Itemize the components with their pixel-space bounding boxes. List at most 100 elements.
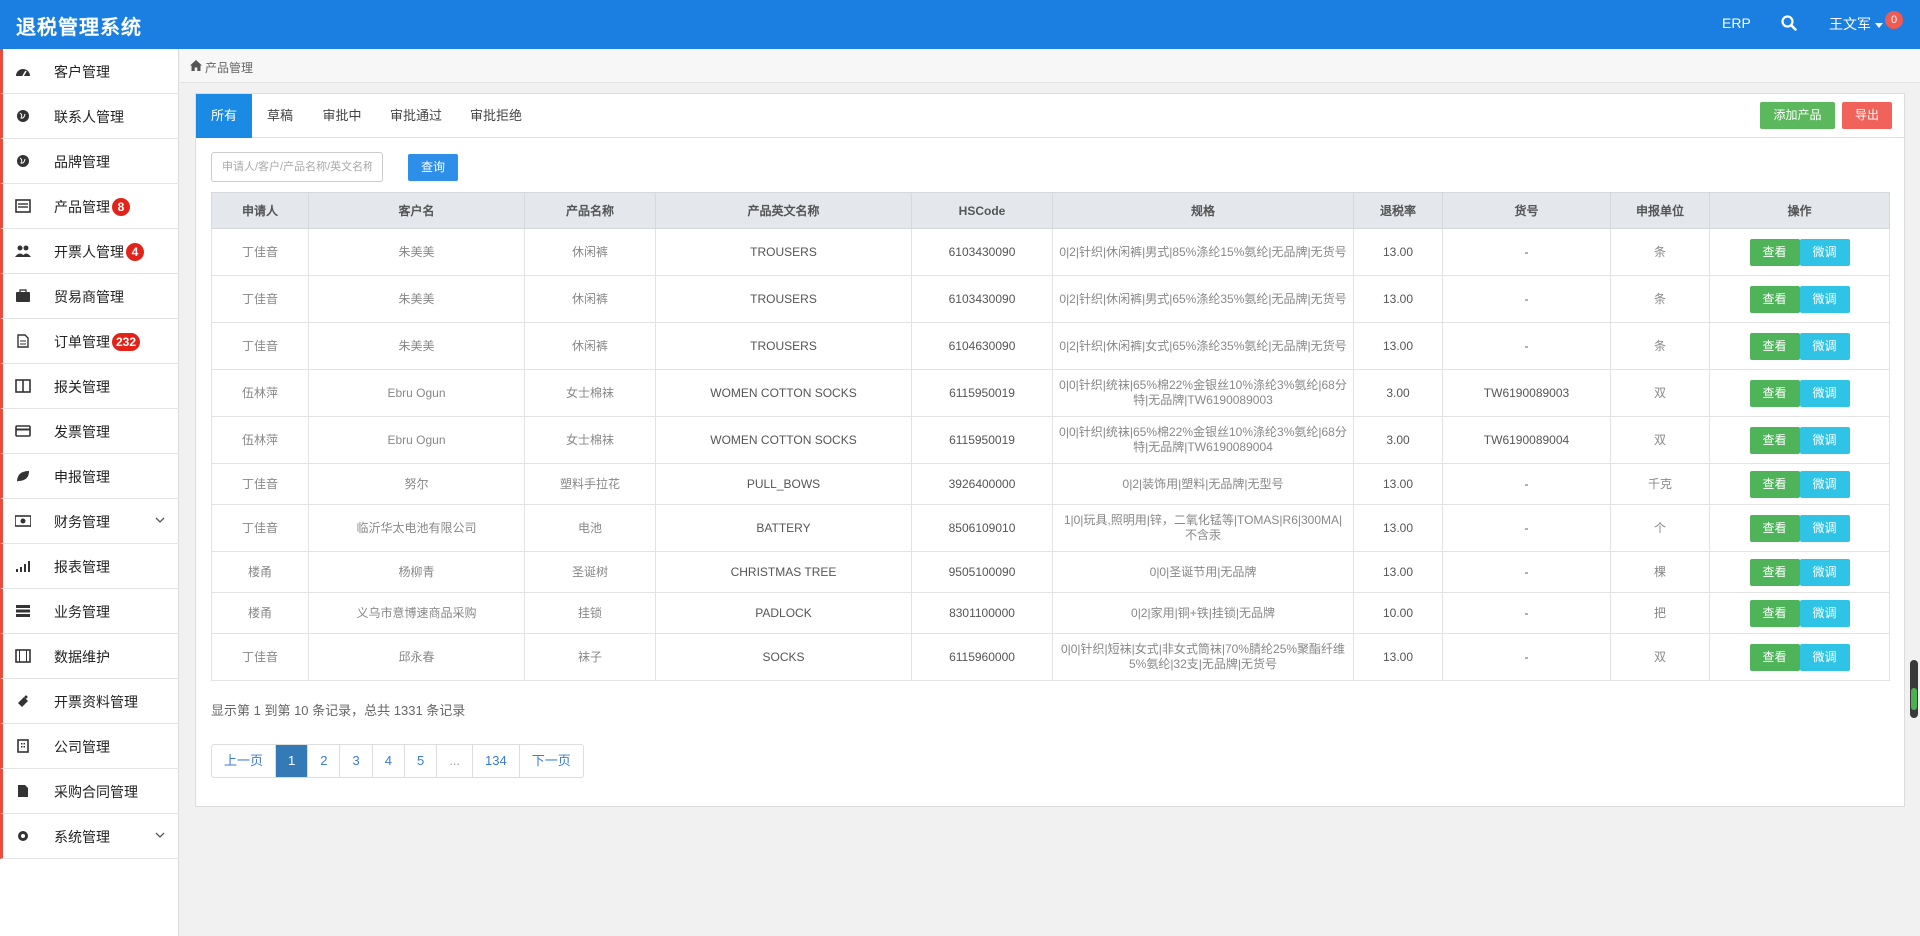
erp-link[interactable]: ERP [1722, 15, 1751, 31]
sidebar-item[interactable]: 报表管理 [0, 544, 179, 589]
page-4-button[interactable]: 4 [371, 745, 404, 777]
cell-customer: 杨柳青 [308, 551, 525, 593]
cell-unit: 个 [1610, 504, 1710, 552]
table-header-row: 申请人 客户名 产品名称 产品英文名称 HSCode 规格 退税率 货号 申报单… [211, 192, 1890, 229]
sidebar-item[interactable]: 报关管理 [0, 364, 179, 409]
cell-hscode: 6115950019 [911, 369, 1053, 417]
sidebar: 客户管理 联系人管理 品牌管理 产品管理 8 开票人管理 4 贸易商管理 订单管理 232 报关管理… [0, 49, 179, 936]
sidebar-item[interactable]: 联系人管理 [0, 94, 179, 139]
search-icon[interactable] [1780, 14, 1798, 32]
view-button[interactable]: 查看 [1749, 379, 1800, 407]
signal-icon [16, 561, 30, 572]
header-applicant[interactable]: 申请人 [211, 192, 309, 229]
tab-draft[interactable]: 草稿 [252, 94, 308, 138]
header-spec[interactable]: 规格 [1052, 192, 1354, 229]
view-button[interactable]: 查看 [1749, 599, 1800, 627]
sidebar-item[interactable]: 系统管理 [0, 814, 179, 859]
tab-approved[interactable]: 审批通过 [376, 94, 456, 138]
tweak-button[interactable]: 微调 [1799, 558, 1850, 586]
header-tax-rate[interactable]: 退税率 [1353, 192, 1443, 229]
cell-customer: 努尔 [308, 463, 525, 505]
tab-pending[interactable]: 审批中 [308, 94, 376, 138]
sidebar-item[interactable]: 业务管理 [0, 589, 179, 634]
user-menu[interactable]: 王文军 [1829, 14, 1883, 34]
tab-rejected[interactable]: 审批拒绝 [456, 94, 536, 138]
view-button[interactable]: 查看 [1749, 470, 1800, 498]
sidebar-item[interactable]: 开票资料管理 [0, 679, 179, 724]
sidebar-item[interactable]: 客户管理 [0, 49, 179, 94]
tweak-button[interactable]: 微调 [1799, 599, 1850, 627]
cell-applicant: 楼甬 [211, 551, 309, 593]
tweak-button[interactable]: 微调 [1799, 238, 1850, 266]
dashboard-icon [16, 69, 30, 77]
view-button[interactable]: 查看 [1749, 558, 1800, 586]
sidebar-item[interactable]: 订单管理 232 [0, 319, 179, 364]
count-badge: 8 [112, 198, 130, 216]
sidebar-item[interactable]: 公司管理 [0, 724, 179, 769]
cell-spec: 0|2|针织|休闲裤|男式|85%涤纶15%氨纶|无品牌|无货号 [1052, 228, 1354, 276]
view-button[interactable]: 查看 [1749, 514, 1800, 542]
sidebar-item[interactable]: 申报管理 [0, 454, 179, 499]
add-product-button[interactable]: 添加产品 [1760, 102, 1835, 129]
sidebar-item[interactable]: 开票人管理 4 [0, 229, 179, 274]
query-button[interactable]: 查询 [408, 154, 458, 181]
sidebar-item[interactable]: 贸易商管理 [0, 274, 179, 319]
page-1-button[interactable]: 1 [275, 745, 308, 777]
sidebar-item[interactable]: 品牌管理 [0, 139, 179, 184]
page-134-button[interactable]: 134 [472, 745, 519, 777]
page-2-button[interactable]: 2 [307, 745, 339, 777]
header-product-name[interactable]: 产品名称 [524, 192, 656, 229]
tweak-button[interactable]: 微调 [1799, 332, 1850, 360]
cell-english-name: CHRISTMAS TREE [655, 551, 912, 593]
header-customer[interactable]: 客户名 [308, 192, 525, 229]
export-button[interactable]: 导出 [1842, 102, 1892, 129]
cell-product-name: 袜子 [524, 633, 656, 681]
view-button[interactable]: 查看 [1749, 332, 1800, 360]
cell-unit: 条 [1610, 228, 1710, 276]
sidebar-item[interactable]: 产品管理 8 [0, 184, 179, 229]
tweak-button[interactable]: 微调 [1799, 470, 1850, 498]
tab-all[interactable]: 所有 [196, 94, 252, 138]
header-english-name[interactable]: 产品英文名称 [655, 192, 912, 229]
sidebar-item[interactable]: 财务管理 [0, 499, 179, 544]
header-unit[interactable]: 申报单位 [1610, 192, 1710, 229]
tweak-button[interactable]: 微调 [1799, 643, 1850, 671]
page-3-button[interactable]: 3 [339, 745, 371, 777]
tweak-button[interactable]: 微调 [1799, 379, 1850, 407]
page-5-button[interactable]: 5 [403, 745, 436, 777]
prev-page-button[interactable]: 上一页 [212, 745, 275, 777]
cell-unit: 千克 [1610, 463, 1710, 505]
cell-applicant: 丁佳音 [211, 228, 309, 276]
scrollbar-thumb[interactable] [1911, 688, 1917, 710]
view-button[interactable]: 查看 [1749, 238, 1800, 266]
tweak-button[interactable]: 微调 [1799, 426, 1850, 454]
sidebar-item[interactable]: 数据维护 [0, 634, 179, 679]
table-row: 丁佳音 朱美美 休闲裤 TROUSERS 6103430090 0|2|针织|休闲裤|男式… [211, 228, 1890, 276]
sidebar-item[interactable]: 采购合同管理 [0, 769, 179, 814]
users-icon [15, 245, 31, 257]
tweak-button[interactable]: 微调 [1799, 285, 1850, 313]
cell-applicant: 丁佳音 [211, 463, 309, 505]
view-button[interactable]: 查看 [1749, 285, 1800, 313]
cell-product-name: 休闲裤 [524, 228, 656, 276]
briefcase-icon [16, 289, 30, 302]
sidebar-item[interactable]: 发票管理 [0, 409, 179, 454]
cell-spec: 0|0|针织|统袜|65%棉22%金银丝10%涤纶3%氨纶|68分特|无品牌|T… [1052, 369, 1354, 417]
cell-product-name: 圣诞树 [524, 551, 656, 593]
tweak-button[interactable]: 微调 [1799, 514, 1850, 542]
credit-card-icon [15, 425, 31, 437]
app-title[interactable]: 退税管理系统 [16, 11, 142, 40]
search-input[interactable] [211, 152, 383, 182]
product-table: 申请人 客户名 产品名称 产品英文名称 HSCode 规格 退税率 货号 申报单… [211, 192, 1890, 681]
cell-english-name: WOMEN COTTON SOCKS [655, 369, 912, 417]
cell-actions: 查看 微调 [1709, 504, 1890, 552]
cell-hscode: 6115950019 [911, 416, 1053, 464]
header-hscode[interactable]: HSCode [911, 192, 1053, 229]
home-icon [190, 60, 202, 71]
header-sku[interactable]: 货号 [1442, 192, 1611, 229]
view-button[interactable]: 查看 [1749, 643, 1800, 671]
notification-badge[interactable]: 0 [1885, 11, 1903, 29]
product-panel: 所有 草稿 审批中 审批通过 审批拒绝 添加产品 导出 查询 申请人 客户名 产… [195, 93, 1905, 807]
next-page-button[interactable]: 下一页 [518, 745, 583, 777]
view-button[interactable]: 查看 [1749, 426, 1800, 454]
